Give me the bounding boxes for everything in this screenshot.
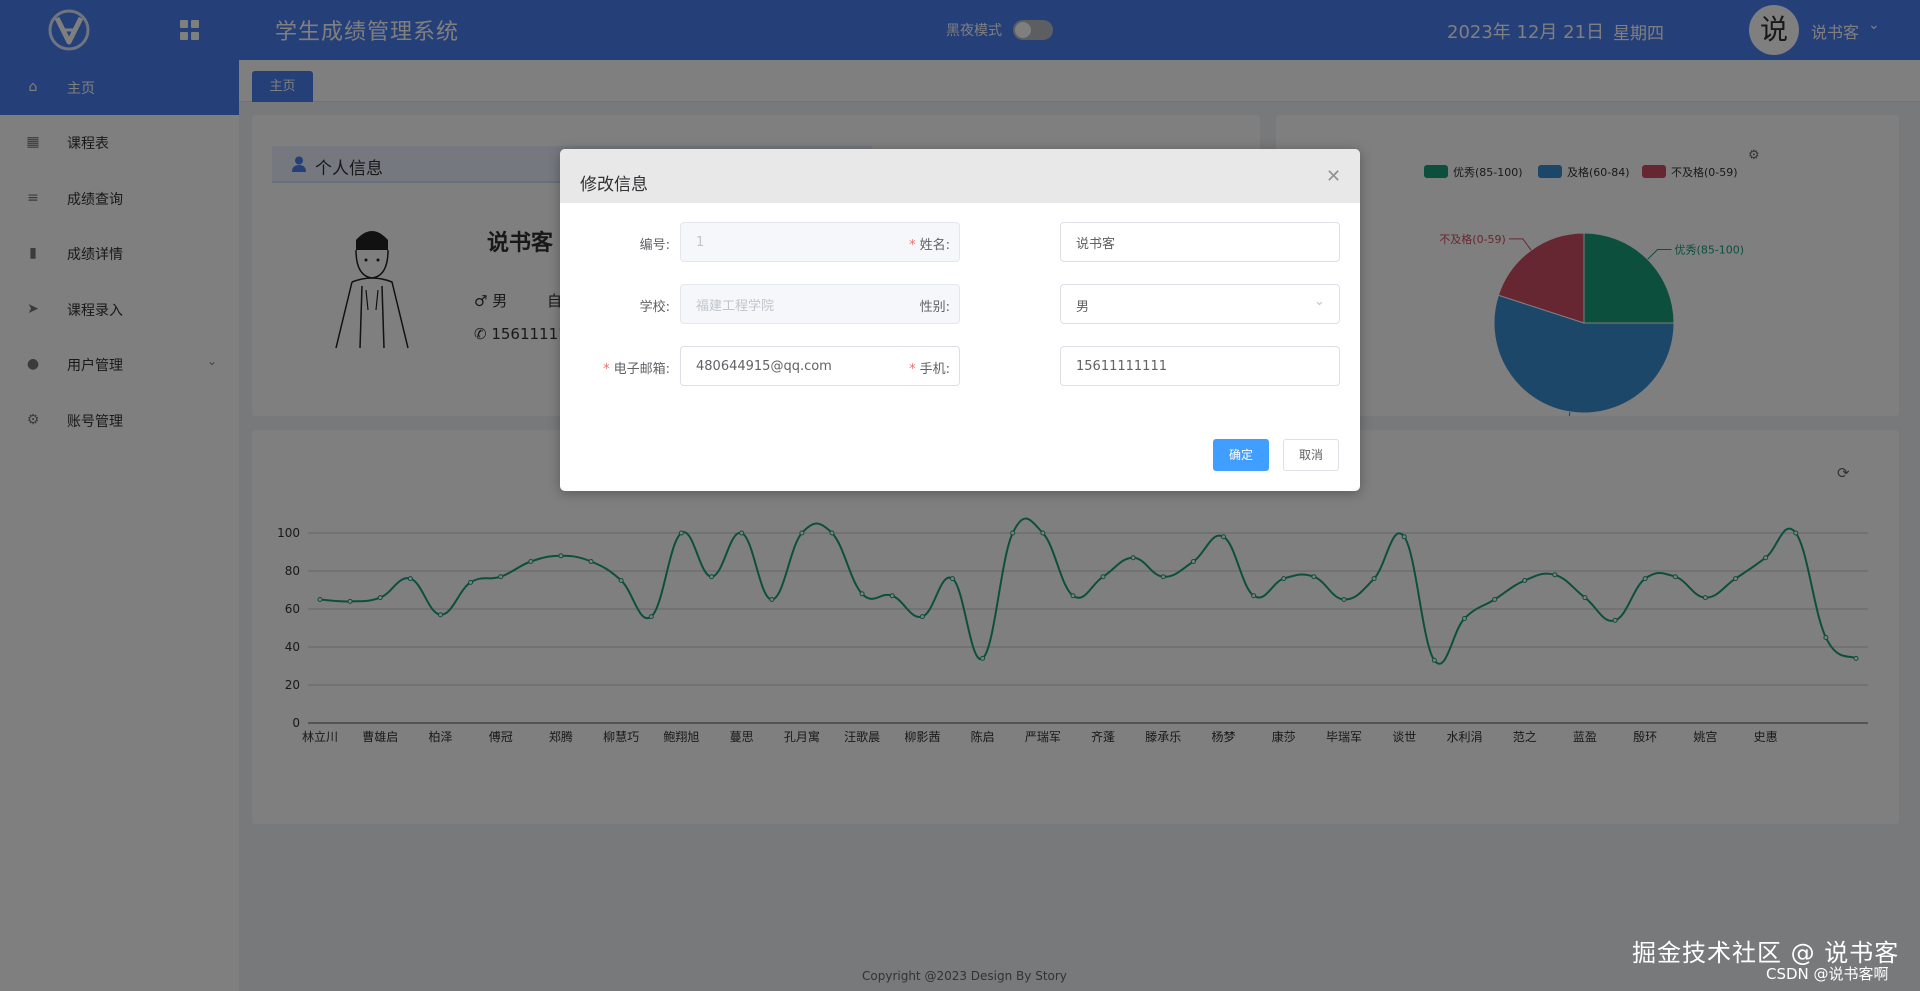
- name-label-text: 姓名:: [919, 238, 950, 253]
- edit-info-dialog: 修改信息 ✕ 编号: *姓名: 学校: 性别: 男 ⌄ *电子邮箱: *手机: …: [560, 149, 1360, 491]
- phone-label: * 手机:: [860, 358, 950, 377]
- school-label-text: 学校:: [639, 300, 670, 315]
- gender-label-text: 性别:: [919, 300, 950, 315]
- gender-select[interactable]: 男 ⌄: [1060, 284, 1340, 324]
- required-mark: *: [603, 362, 610, 377]
- name-field[interactable]: [1060, 222, 1340, 262]
- name-label: * 姓名:: [860, 234, 950, 253]
- required-mark: *: [909, 238, 916, 253]
- dialog-header: 修改信息 ✕: [560, 149, 1360, 203]
- id-label: 编号:: [580, 234, 670, 253]
- chevron-down-icon: ⌄: [1314, 294, 1325, 309]
- cancel-button[interactable]: 取消: [1283, 439, 1339, 471]
- watermark-sub: CSDN @说书客啊: [1766, 965, 1889, 983]
- phone-field[interactable]: [1060, 346, 1340, 386]
- confirm-button[interactable]: 确定: [1213, 439, 1269, 471]
- dialog-title: 修改信息: [580, 175, 648, 195]
- email-label-text: 电子邮箱:: [613, 362, 670, 377]
- phone-label-text: 手机:: [919, 362, 950, 377]
- close-icon[interactable]: ✕: [1326, 166, 1341, 187]
- gender-select-value: 男: [1076, 300, 1090, 315]
- email-label: * 电子邮箱:: [580, 358, 670, 377]
- id-label-text: 编号:: [639, 238, 670, 253]
- required-mark: *: [909, 362, 916, 377]
- school-label: 学校:: [580, 296, 670, 315]
- gender-label: 性别:: [860, 296, 950, 315]
